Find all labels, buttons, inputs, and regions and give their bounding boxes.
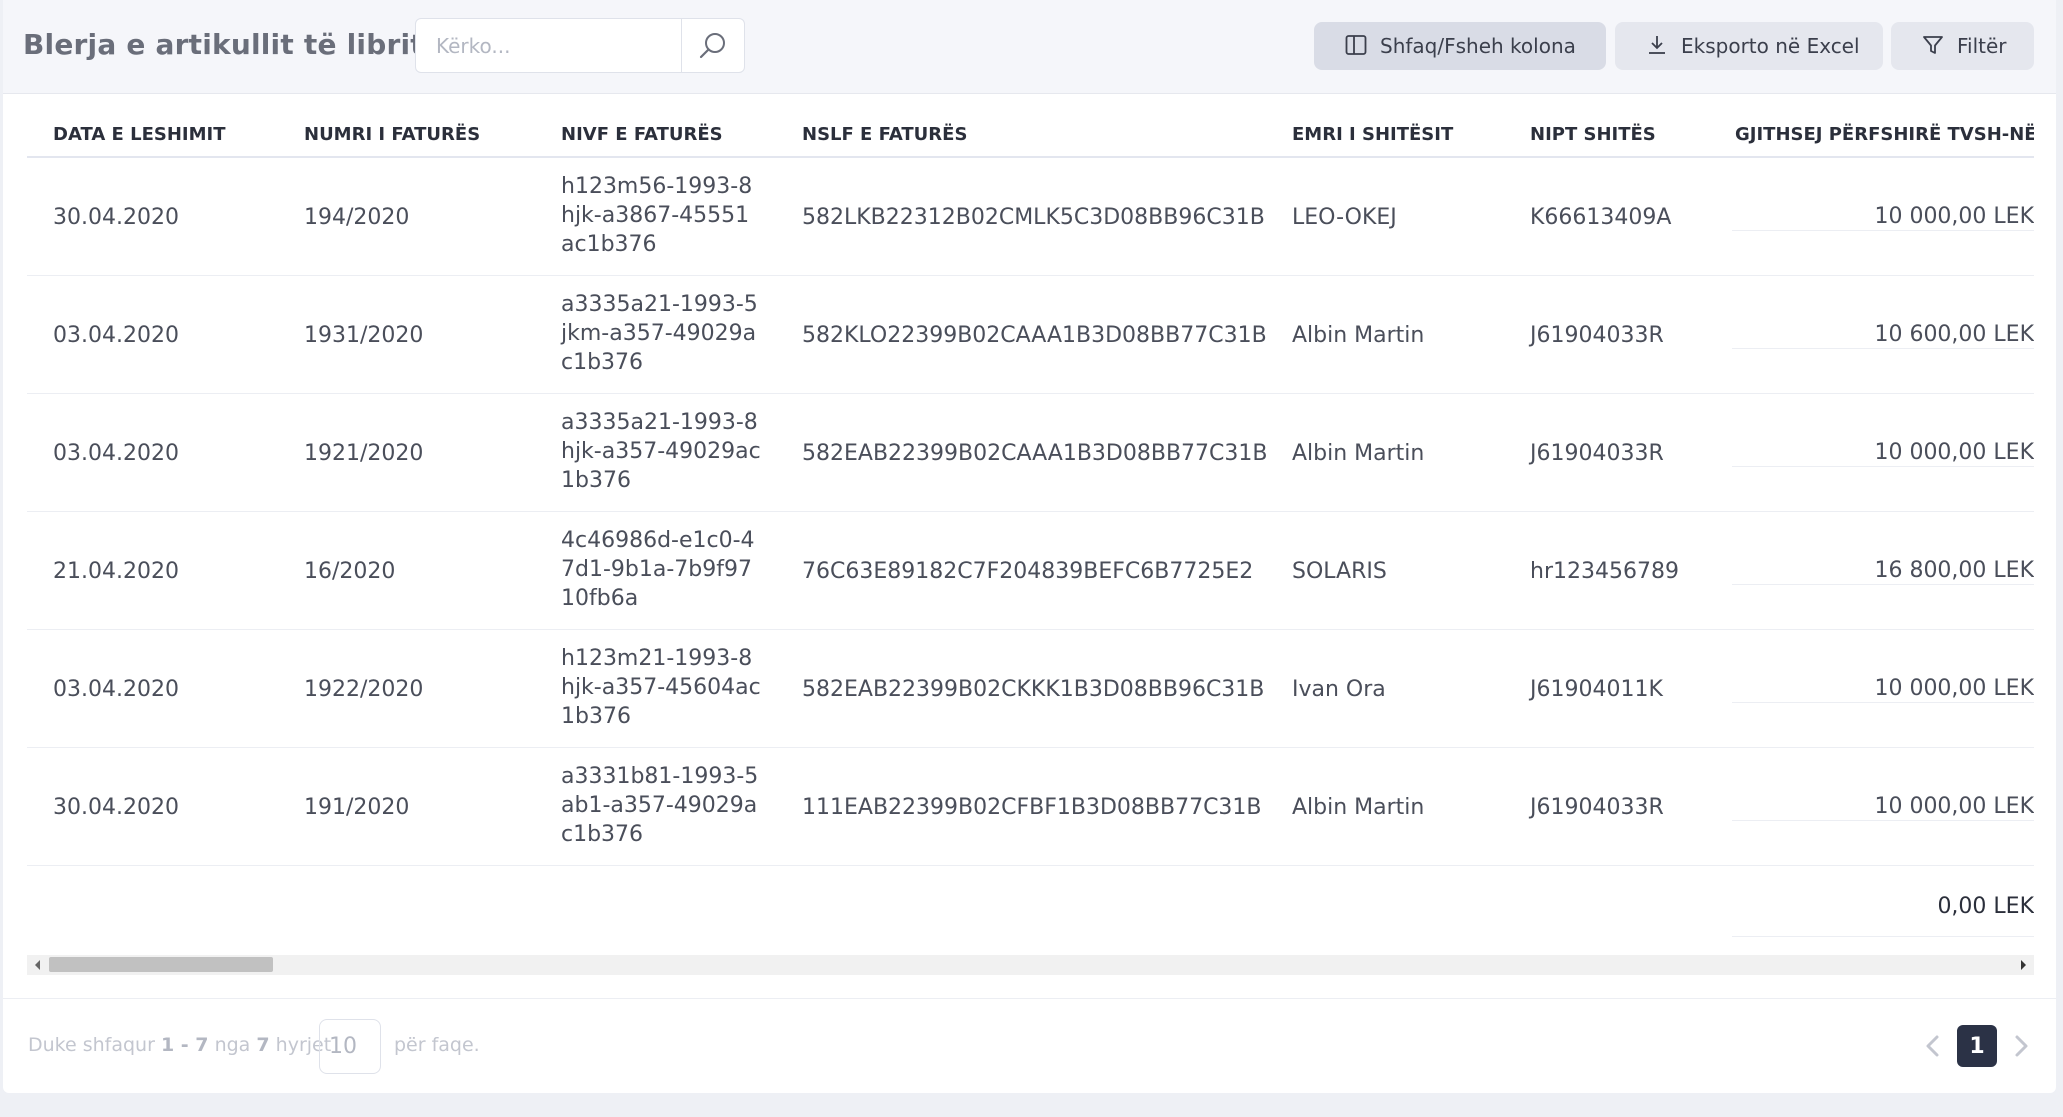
cell-invoice-number: 1922/2020: [304, 676, 424, 702]
export-excel-label: Eksporto në Excel: [1681, 34, 1860, 58]
table-row[interactable]: 30.04.2020 191/2020 a3331b81-1993-5ab1-a…: [27, 748, 2034, 866]
scroll-right-icon[interactable]: [2021, 960, 2026, 970]
search-input[interactable]: [416, 19, 678, 72]
horizontal-scrollbar[interactable]: [27, 955, 2034, 975]
cell-seller: SOLARIS: [1292, 558, 1387, 584]
summary-range: 1 - 7: [160, 1034, 209, 1056]
per-page-suffix: për faqe.: [394, 1034, 480, 1056]
cell-nslf: 582EAB22399B02CAAA1B3D08BB77C31B: [802, 440, 1268, 466]
download-icon: [1645, 33, 1671, 59]
cell-date: 30.04.2020: [53, 794, 179, 820]
cell-nipt: K66613409A: [1530, 204, 1672, 230]
scroll-left-icon[interactable]: [35, 960, 40, 970]
toolbar: Blerja e artikullit të librit Shfaq/Fshe…: [3, 0, 2056, 94]
page-title: Blerja e artikullit të librit: [23, 28, 424, 61]
summary-count: 7: [256, 1034, 270, 1056]
cell-invoice-number: 194/2020: [304, 204, 410, 230]
cell-seller: LEO-OKEJ: [1292, 204, 1397, 230]
cell-nipt: J61904033R: [1530, 322, 1664, 348]
cell-date: 03.04.2020: [53, 440, 179, 466]
filter-button[interactable]: Filtër: [1891, 22, 2034, 70]
cell-nslf: 111EAB22399B02CFBF1B3D08BB77C31B: [802, 794, 1262, 820]
divider: [1732, 466, 2034, 467]
divider: [1732, 230, 2034, 231]
table-row[interactable]: 30.04.2020 194/2020 h123m56-1993-8hjk-a3…: [27, 158, 2034, 276]
col-total-incl-vat[interactable]: GJITHSEJ PËRFSHIRË TVSH-NË: [1735, 124, 2034, 145]
divider: [1732, 702, 2034, 703]
cell-total: 16 800,00 LEK: [1874, 558, 2034, 583]
cell-date: 03.04.2020: [53, 676, 179, 702]
table-header: DATA E LESHIMIT NUMRI I FATURËS NIVF E F…: [27, 124, 2034, 158]
next-page-button[interactable]: [2007, 1032, 2035, 1060]
cell-nivf: 4c46986d-e1c0-47d1-9b1a-7b9f9710fb6a: [561, 528, 755, 611]
cell-invoice-number: 1931/2020: [304, 322, 424, 348]
invoice-table: DATA E LESHIMIT NUMRI I FATURËS NIVF E F…: [27, 94, 2034, 954]
table-row[interactable]: 03.04.2020 1921/2020 a3335a21-1993-8hjk-…: [27, 394, 2034, 512]
cell-nivf: a3335a21-1993-5jkm-a357-49029ac1b376: [561, 292, 758, 375]
col-nslf[interactable]: NSLF E FATURËS: [802, 124, 967, 145]
divider: [1732, 584, 2034, 585]
cell-seller: Albin Martin: [1292, 440, 1425, 466]
columns-icon: [1344, 33, 1370, 59]
chevron-right-icon: [2015, 1035, 2028, 1057]
export-excel-button[interactable]: Eksporto në Excel: [1615, 22, 1883, 70]
pagination-summary: Duke shfaqur 1 - 7 nga 7 hyrjet: [28, 1034, 331, 1056]
divider: [3, 998, 2056, 999]
cell-nivf: h123m56-1993-8hjk-a3867-45551ac1b376: [561, 174, 753, 257]
col-nivf[interactable]: NIVF E FATURËS: [561, 124, 723, 145]
divider: [1732, 348, 2034, 349]
page-1-button[interactable]: 1: [1957, 1025, 1997, 1067]
filter-label: Filtër: [1957, 34, 2007, 58]
cell-invoice-number: 1921/2020: [304, 440, 424, 466]
cell-seller: Albin Martin: [1292, 794, 1425, 820]
col-seller-name[interactable]: EMRI I SHITËSIT: [1292, 124, 1453, 145]
col-issue-date[interactable]: DATA E LESHIMIT: [53, 124, 226, 145]
cell-seller: Albin Martin: [1292, 322, 1425, 348]
cell-nivf: h123m21-1993-8hjk-a357-45604ac1b376: [561, 646, 761, 729]
cell-total: 10 000,00 LEK: [1874, 794, 2034, 819]
cell-invoice-number: 191/2020: [304, 794, 410, 820]
table-row[interactable]: 03.04.2020 1922/2020 h123m21-1993-8hjk-a…: [27, 630, 2034, 748]
filter-icon: [1921, 33, 1947, 59]
cell-invoice-number: 16/2020: [304, 558, 396, 584]
cell-nivf: a3335a21-1993-8hjk-a357-49029ac1b376: [561, 410, 761, 493]
col-invoice-number[interactable]: NUMRI I FATURËS: [304, 124, 480, 145]
col-seller-nipt[interactable]: NIPT SHITËS: [1530, 124, 1656, 145]
search-icon: [699, 32, 725, 58]
cell-total: 10 000,00 LEK: [1874, 204, 2034, 229]
search-box: [415, 18, 745, 73]
cell-nipt: J61904033R: [1530, 440, 1664, 466]
main-card: Blerja e artikullit të librit Shfaq/Fshe…: [3, 0, 2056, 1093]
chevron-left-icon: [1926, 1035, 1939, 1057]
cell-nslf: 582KLO22399B02CAAA1B3D08BB77C31B: [802, 322, 1267, 348]
divider: [1732, 936, 2034, 937]
cell-nipt: hr123456789: [1530, 558, 1679, 584]
cell-nipt: J61904033R: [1530, 794, 1664, 820]
cell-nslf: 76C63E89182C7F204839BEFC6B7725E2: [802, 558, 1254, 584]
cell-date: 21.04.2020: [53, 558, 179, 584]
per-page-input[interactable]: 10: [319, 1019, 381, 1074]
toggle-columns-button[interactable]: Shfaq/Fsheh kolona: [1314, 22, 1606, 70]
cell-nslf: 582LKB22312B02CMLK5C3D08BB96C31B: [802, 204, 1265, 230]
cell-seller: Ivan Ora: [1292, 676, 1386, 702]
summary-prefix: Duke shfaqur: [28, 1034, 155, 1056]
divider: [1732, 820, 2034, 821]
table-row[interactable]: 03.04.2020 1931/2020 a3335a21-1993-5jkm-…: [27, 276, 2034, 394]
cell-date: 03.04.2020: [53, 322, 179, 348]
cell-total: 10 600,00 LEK: [1874, 322, 2034, 347]
scrollbar-thumb[interactable]: [49, 957, 273, 972]
summary-of: nga: [214, 1034, 251, 1056]
cell-nslf: 582EAB22399B02CKKK1B3D08BB96C31B: [802, 676, 1265, 702]
search-button[interactable]: [681, 19, 744, 72]
cell-nivf: a3331b81-1993-5ab1-a357-49029ac1b376: [561, 764, 759, 847]
sum-total: 0,00 LEK: [1937, 894, 2034, 919]
cell-nipt: J61904011K: [1530, 676, 1663, 702]
table-row[interactable]: 21.04.2020 16/2020 4c46986d-e1c0-47d1-9b…: [27, 512, 2034, 630]
cell-date: 30.04.2020: [53, 204, 179, 230]
prev-page-button[interactable]: [1919, 1032, 1947, 1060]
cell-total: 10 000,00 LEK: [1874, 440, 2034, 465]
toggle-columns-label: Shfaq/Fsheh kolona: [1380, 34, 1576, 58]
cell-total: 10 000,00 LEK: [1874, 676, 2034, 701]
